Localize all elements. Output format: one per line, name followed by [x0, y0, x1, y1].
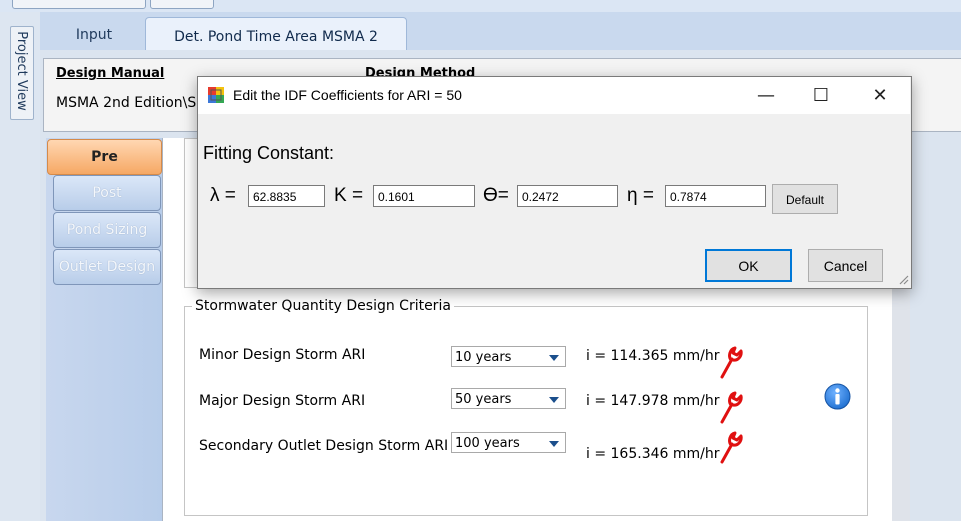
secondary-outlet-storm-label: Secondary Outlet Design Storm ARI	[199, 438, 449, 454]
k-input[interactable]: 0.1601	[373, 185, 475, 207]
eta-label: η =	[627, 185, 654, 206]
major-storm-intensity: i = 147.978 mm/hr	[586, 393, 720, 409]
project-view-label: Project View	[14, 31, 29, 111]
secondary-outlet-storm-intensity: i = 165.346 mm/hr	[586, 446, 720, 462]
major-storm-label: Major Design Storm ARI	[199, 393, 366, 409]
toolbar-button[interactable]	[150, 0, 214, 9]
wrench-icon[interactable]	[718, 390, 744, 424]
wrench-icon[interactable]	[718, 345, 744, 379]
close-button[interactable]: ✕	[858, 84, 902, 108]
nav-pond-sizing-button[interactable]: Pond Sizing	[53, 212, 161, 248]
minor-storm-intensity: i = 114.365 mm/hr	[586, 348, 720, 364]
design-manual-value: MSMA 2nd Edition\S	[56, 95, 197, 111]
chevron-down-icon	[549, 397, 559, 403]
wrench-icon[interactable]	[718, 430, 744, 464]
tab-input[interactable]: Input	[44, 20, 144, 48]
chevron-down-icon	[549, 355, 559, 361]
k-label: K =	[334, 185, 364, 206]
minor-storm-select-value: 10 years	[455, 350, 512, 365]
design-criteria-group	[184, 306, 868, 516]
toolbar-button[interactable]	[12, 0, 146, 9]
maximize-button[interactable]: ☐	[799, 84, 843, 108]
nav-post-button[interactable]: Post	[53, 175, 161, 211]
info-icon[interactable]	[824, 383, 851, 410]
resize-grip-icon[interactable]	[897, 273, 909, 285]
secondary-outlet-storm-select-value: 100 years	[455, 436, 520, 451]
secondary-outlet-storm-select[interactable]: 100 years	[451, 432, 566, 453]
minor-storm-select[interactable]: 10 years	[451, 346, 566, 367]
chevron-down-icon	[549, 441, 559, 447]
design-manual-label: Design Manual	[56, 66, 165, 81]
major-storm-select[interactable]: 50 years	[451, 388, 566, 409]
theta-label: ϴ=	[483, 185, 509, 206]
app-icon	[208, 87, 224, 103]
theta-input[interactable]: 0.2472	[517, 185, 618, 207]
ok-button[interactable]: OK	[705, 249, 792, 282]
design-criteria-title: Stormwater Quantity Design Criteria	[192, 298, 454, 314]
cancel-button[interactable]: Cancel	[808, 249, 883, 282]
tab-det-pond-time-area[interactable]: Det. Pond Time Area MSMA 2	[145, 17, 407, 51]
fitting-constant-heading: Fitting Constant:	[203, 143, 335, 163]
nav-outlet-design-button[interactable]: Outlet Design	[53, 249, 161, 285]
lambda-label: λ =	[210, 185, 236, 206]
eta-input[interactable]: 0.7874	[665, 185, 766, 207]
major-storm-select-value: 50 years	[455, 392, 512, 407]
dialog-title: Edit the IDF Coefficients for ARI = 50	[233, 87, 462, 103]
default-button[interactable]: Default	[772, 184, 838, 214]
lambda-input[interactable]: 62.8835	[248, 185, 325, 207]
minor-storm-label: Minor Design Storm ARI	[199, 347, 366, 363]
minimize-button[interactable]: —	[744, 84, 788, 108]
nav-pre-button[interactable]: Pre	[47, 139, 162, 175]
